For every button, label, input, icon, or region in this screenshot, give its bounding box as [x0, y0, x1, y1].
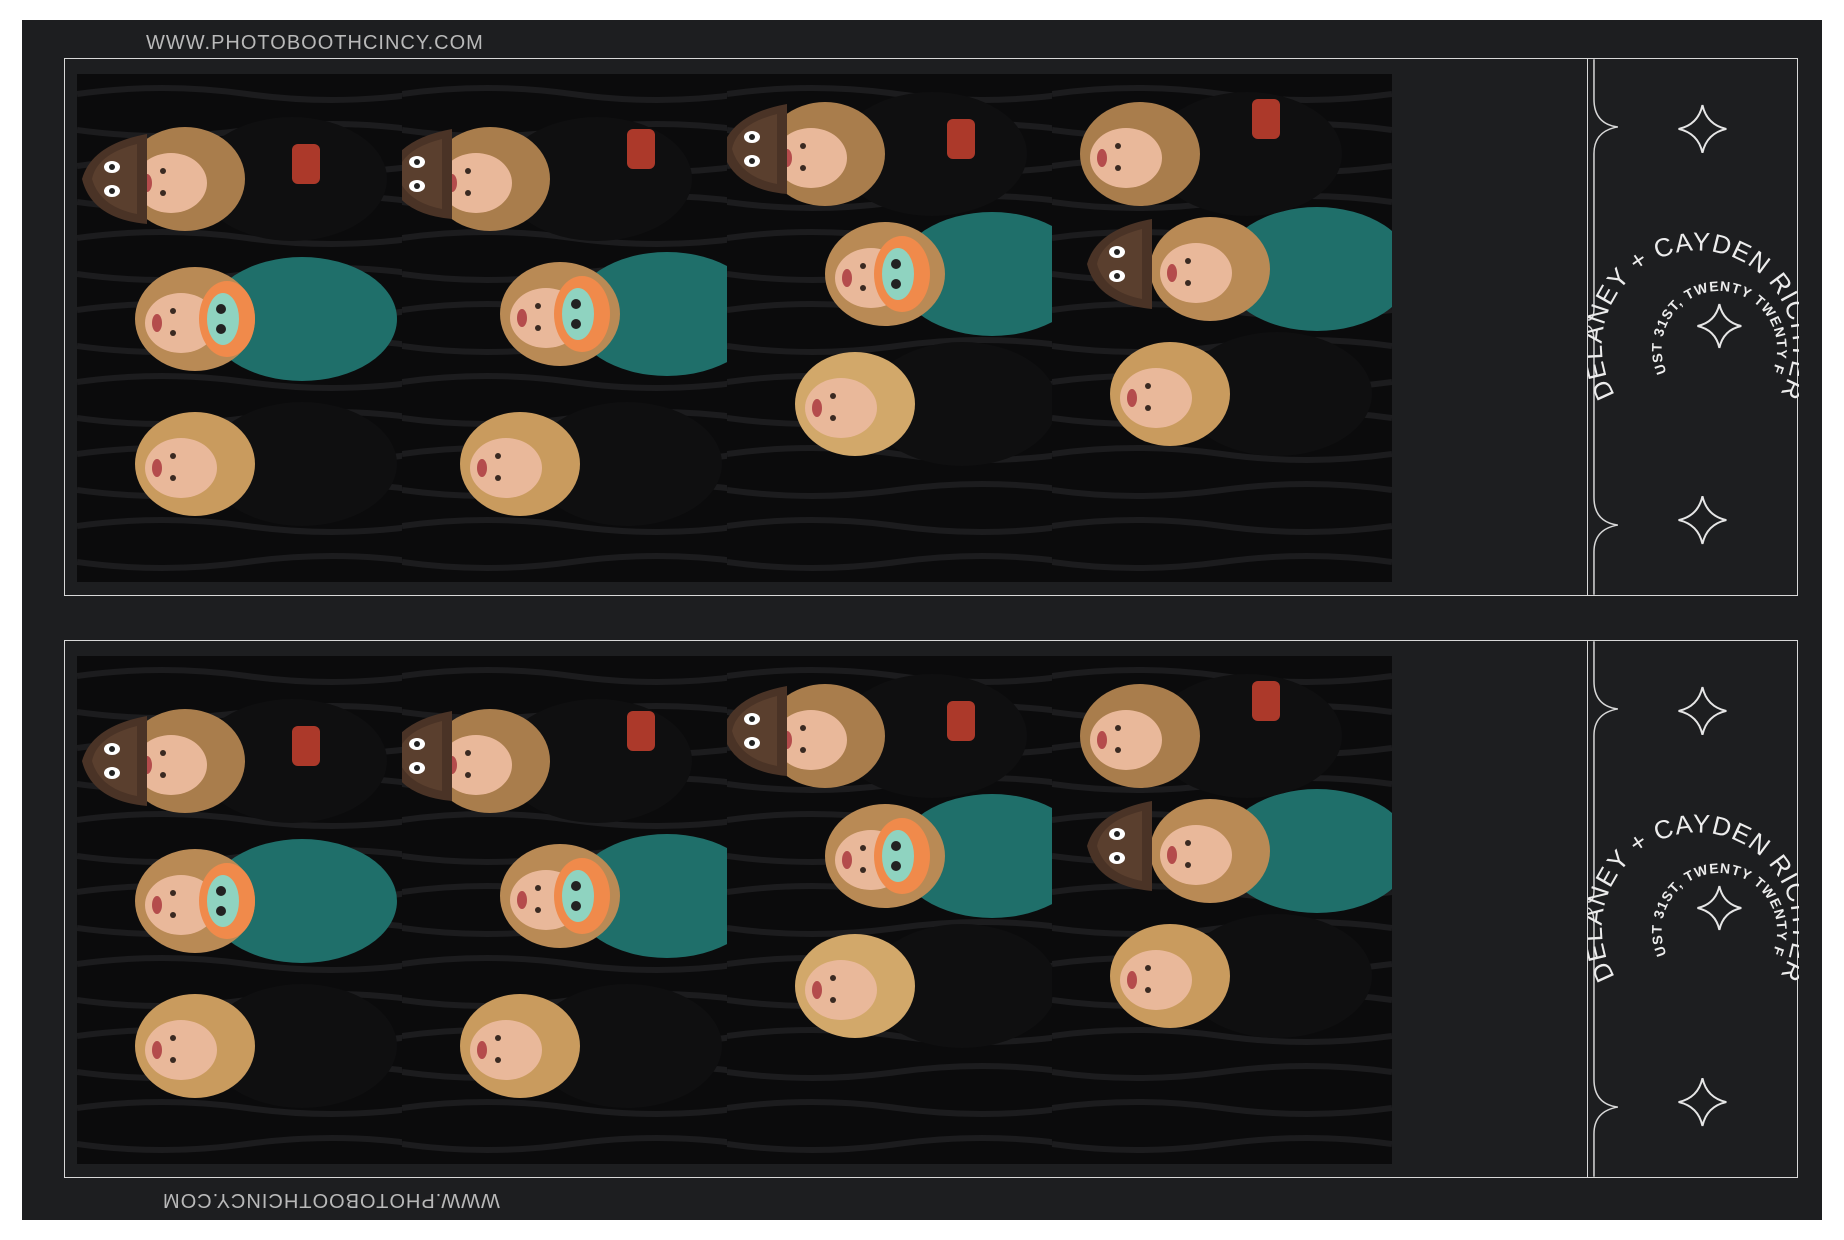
sparkle-icon	[1678, 104, 1727, 154]
photo-illustration	[402, 85, 742, 571]
strip-photo-3	[727, 656, 1067, 1164]
strip-photo-1	[77, 656, 417, 1164]
strip-photo-4	[1052, 656, 1392, 1164]
sparkle-icon	[1678, 686, 1727, 736]
event-panel: DELANEY + CAYDEN RICHTER AUGUST 31ST, TW…	[1587, 641, 1799, 1177]
photo-illustration	[77, 85, 417, 571]
photo-strip-top: DELANEY + CAYDEN RICHTER AUGUST 31ST, TW…	[64, 58, 1799, 596]
event-date: AUGUST 31ST, TWENTY TWENTY FOUR	[1588, 59, 1790, 377]
photo-illustration	[727, 85, 1067, 571]
photo-illustration	[77, 667, 417, 1153]
strip-photo-2	[402, 656, 742, 1164]
strip-photo-3	[727, 74, 1067, 582]
photo-illustration	[402, 667, 742, 1153]
photo-illustration	[727, 667, 1067, 1153]
photo-illustration	[1052, 85, 1392, 571]
event-panel: DELANEY + CAYDEN RICHTER AUGUST 31ST, TW…	[1587, 59, 1799, 595]
watermark-url-bottom: WWW.PHOTOBOOTHCINCY.COM	[162, 1189, 500, 1211]
event-date: AUGUST 31ST, TWENTY TWENTY FOUR	[1588, 641, 1790, 959]
sparkle-icon	[1697, 885, 1742, 931]
photo-strip-bottom: DELANEY + CAYDEN RICHTER AUGUST 31ST, TW…	[64, 640, 1799, 1178]
sparkle-icon	[1697, 303, 1742, 349]
sparkle-icon	[1678, 1077, 1727, 1127]
strip-photo-4	[1052, 74, 1392, 582]
strip-photo-1	[77, 74, 417, 582]
strip-photo-2	[402, 74, 742, 582]
sparkle-icon	[1678, 495, 1727, 545]
photo-illustration	[1052, 667, 1392, 1153]
photo-sheet: WWW.PHOTOBOOTHCINCY.COM WWW.PHOTOBOOTHCI…	[22, 20, 1822, 1220]
watermark-url-top: WWW.PHOTOBOOTHCINCY.COM	[146, 32, 484, 54]
